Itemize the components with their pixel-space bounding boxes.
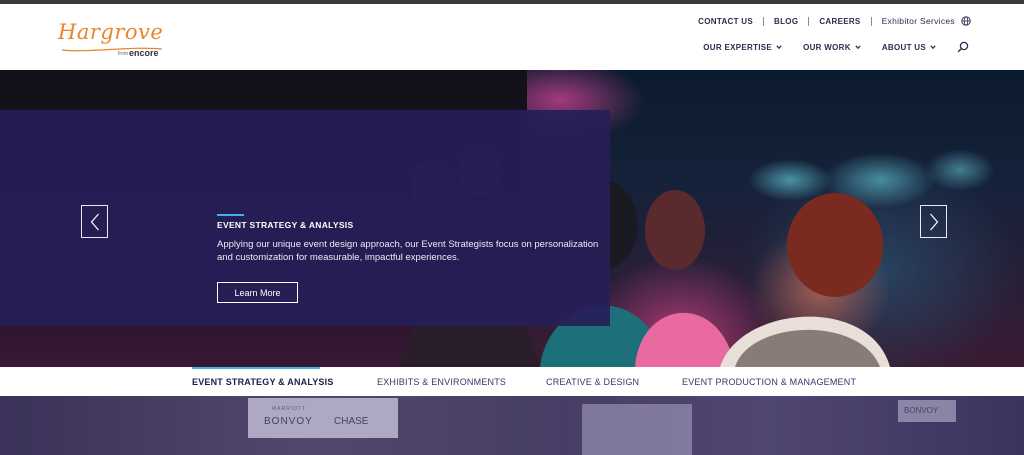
- globe-icon[interactable]: [961, 16, 971, 26]
- nav-about-us[interactable]: ABOUT US: [882, 43, 936, 52]
- logo-encore: encore: [129, 48, 159, 58]
- nav-label: OUR EXPERTISE: [703, 42, 773, 52]
- nav-label: ABOUT US: [881, 42, 926, 52]
- divider: [763, 16, 765, 26]
- chevron-down-icon: [776, 45, 782, 50]
- image-overlay: [0, 396, 1024, 455]
- blog-link[interactable]: BLOG: [774, 17, 798, 26]
- hero-slider: EVENT STRATEGY & ANALYSIS Applying our u…: [0, 70, 1024, 367]
- nav-our-expertise[interactable]: OUR EXPERTISE: [703, 43, 782, 52]
- contact-us-link[interactable]: CONTACT US: [698, 17, 753, 26]
- title-accent-line: [217, 214, 244, 216]
- tab-creative-design[interactable]: CREATIVE & DESIGN: [546, 367, 639, 396]
- slider-next-button[interactable]: [920, 205, 947, 238]
- main-nav: OUR EXPERTISE OUR WORK ABOUT US: [703, 40, 969, 54]
- chevron-down-icon: [855, 45, 861, 50]
- hero-title: EVENT STRATEGY & ANALYSIS: [217, 220, 354, 230]
- learn-more-button[interactable]: Learn More: [217, 282, 298, 303]
- chevron-right-icon: [929, 213, 938, 230]
- divider: [870, 16, 872, 26]
- logo-from: from: [118, 51, 128, 57]
- hero-description: Applying our unique event design approac…: [217, 239, 599, 263]
- chevron-left-icon: [90, 213, 99, 230]
- nav-our-work[interactable]: OUR WORK: [803, 43, 861, 52]
- search-icon[interactable]: [957, 41, 969, 53]
- tab-exhibits-environments[interactable]: EXHIBITS & ENVIRONMENTS: [377, 367, 506, 396]
- expertise-tabs: EVENT STRATEGY & ANALYSIS EXHIBITS & ENV…: [0, 367, 1024, 396]
- hargrove-logo[interactable]: Hargrove from encore: [58, 14, 170, 64]
- site-header: Hargrove from encore CONTACT US BLOG CAR…: [0, 4, 1024, 70]
- chevron-down-icon: [930, 45, 936, 50]
- utility-nav: CONTACT US BLOG CAREERS Exhibitor Servic…: [698, 14, 971, 28]
- careers-link[interactable]: CAREERS: [819, 17, 860, 26]
- exhibitor-services-link[interactable]: Exhibitor Services: [882, 16, 955, 26]
- tab-event-production[interactable]: EVENT PRODUCTION & MANAGEMENT: [682, 367, 856, 396]
- tab-event-strategy[interactable]: EVENT STRATEGY & ANALYSIS: [192, 367, 334, 396]
- logo-wordmark: Hargrove: [58, 20, 164, 44]
- exhibit-hall-image: MARRIOTT BONVOY CHASE BONVOY: [0, 396, 1024, 455]
- nav-label: OUR WORK: [803, 42, 851, 52]
- divider: [808, 16, 810, 26]
- slider-prev-button[interactable]: [81, 205, 108, 238]
